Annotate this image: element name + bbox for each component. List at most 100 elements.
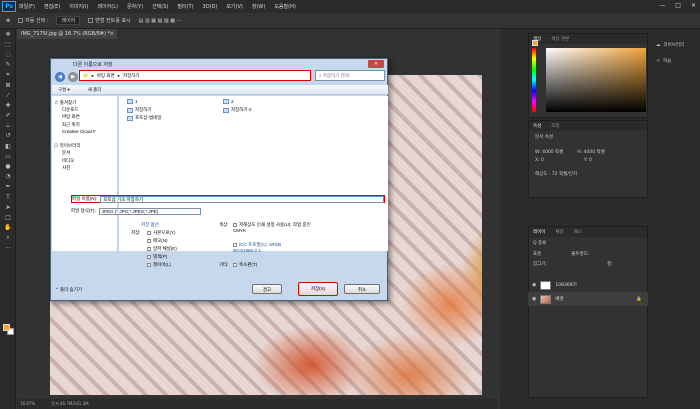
move-tool-icon[interactable]: ✥ [6,18,10,24]
notes-checkbox[interactable]: 메모(N) [147,238,168,244]
nav-item-desktop[interactable]: 바탕 화면 [54,113,115,120]
zoom-tool-icon[interactable]: ⌕ [0,233,16,243]
cancel-button[interactable]: 취소 [344,284,380,294]
menu-view[interactable]: 보기(V) [226,3,243,10]
save-as-copy-checkbox[interactable]: 사본으로(Y) [147,230,176,236]
more-tools-icon[interactable]: ··· [0,243,16,253]
nav-item-favorites[interactable]: ☆ 즐겨찾기 [54,99,115,106]
list-item[interactable]: 포토샵-썸네일 [127,115,161,121]
list-item[interactable]: 2 [223,99,234,104]
nav-item-downloads[interactable]: 다운로드 [54,106,115,113]
menu-layer[interactable]: 레이어(L) [97,3,118,10]
history-brush-icon[interactable]: ↺ [0,131,16,141]
filename-input[interactable]: 포토샵 기초 저장하기 [100,195,384,203]
dodge-tool-icon[interactable]: ◔ [0,172,16,182]
tab-layers[interactable]: 레이어 [533,229,545,235]
move-tool-icon[interactable]: ✥ [0,29,16,39]
tab-channels[interactable]: 채널 [555,229,563,235]
maximize-button[interactable]: □ [675,2,681,9]
height-value[interactable]: H: 4000 픽셀 [577,149,605,155]
blur-tool-icon[interactable]: ● [0,161,16,171]
nav-item-documents[interactable]: 문서 [54,149,115,156]
eye-icon[interactable]: ◉ [532,296,536,302]
tab-swatches[interactable]: 색상 견본 [551,36,569,42]
color-field[interactable] [546,48,646,112]
y-value[interactable]: Y: 0 [584,158,592,163]
hide-folders-button[interactable]: ⌃ 폴더 숨기기 [55,287,82,293]
icc-profile-checkbox[interactable]: ICC 프로필(C): sRGB IEC61966-2.1 [233,242,303,254]
menu-window[interactable]: 창(W) [252,3,265,10]
close-window-button[interactable]: ✕ [691,2,696,9]
tab-properties[interactable]: 속성 [533,123,541,129]
dialog-close-button[interactable]: ✕ [368,60,384,68]
breadcrumb-folder[interactable]: 저장하기 [123,73,140,79]
proof-setup-checkbox[interactable]: 저해상도 인쇄 설정 사용(U): 작업 중인 CMYK [233,222,313,234]
gradient-tool-icon[interactable]: ▭ [0,151,16,161]
nav-item-creative-cloud[interactable]: Creative Cloud F [54,128,115,135]
tab-paths[interactable]: 패스 [574,229,582,235]
minimize-button[interactable]: — [659,2,665,9]
menu-image[interactable]: 이미지(I) [69,3,88,10]
shape-tool-icon[interactable]: □ [0,212,16,222]
filetype-select[interactable]: JPEG (*.JPG;*.JPEG;*.JPE) [98,207,201,215]
eyedropper-tool-icon[interactable]: ⁄ [0,90,16,100]
back-icon[interactable]: ◀ [55,72,65,82]
nav-item-libraries[interactable]: ▤ 라이브러리 [54,142,115,149]
frame-tool-icon[interactable]: ⊠ [0,80,16,90]
foreground-color-swatch[interactable] [3,324,10,331]
layer-kind-filter[interactable]: Q 종류 [529,237,647,249]
nav-item-videos[interactable]: 비디오 [54,157,115,164]
width-value[interactable]: W: 4000 픽셀 [535,149,563,155]
eye-icon[interactable]: ◉ [532,282,536,288]
auto-select-checkbox[interactable]: 자동 선택 : [18,17,48,24]
document-tab[interactable]: IMG_7175I.jpg @ 16.7% (RGB/8#) * × [17,29,117,39]
marquee-tool-icon[interactable]: ⬚ [0,39,16,49]
breadcrumb-desktop[interactable]: 바탕 화면 [97,73,115,79]
list-item[interactable]: 1 [127,99,138,104]
menu-help[interactable]: 도움말(H) [274,3,295,10]
forward-icon[interactable]: ▶ [68,72,78,82]
pen-tool-icon[interactable]: ✒ [0,182,16,192]
address-bar[interactable]: 📁 ▸ 바탕 화면 ▸ 저장하기 [79,70,311,81]
crop-tool-icon[interactable]: ⌗ [0,70,16,80]
layer-row[interactable]: ◉ 1083697l [528,278,648,292]
path-select-icon[interactable]: ➤ [0,202,16,212]
brush-tool-icon[interactable]: ✐ [0,111,16,121]
quick-select-tool-icon[interactable]: ✎ [0,60,16,70]
lasso-tool-icon[interactable]: ◌ [0,49,16,59]
menu-file[interactable]: 파일(F) [19,3,35,10]
alpha-channel-checkbox[interactable]: 알파 채널(E) [147,246,177,252]
nav-item-pictures[interactable]: 사진 [54,164,115,171]
stamp-tool-icon[interactable]: ⊥ [0,121,16,131]
healing-brush-icon[interactable]: ✚ [0,100,16,110]
organize-button[interactable]: 구성 ▾ [58,87,70,92]
show-transform-checkbox[interactable]: 변형 컨트롤 표시 [88,17,131,24]
auto-select-dropdown[interactable]: 레이어 [56,16,81,25]
new-folder-button[interactable]: 새 폴더 [88,87,102,92]
opacity-label[interactable]: 불투명도: [571,251,589,257]
eraser-tool-icon[interactable]: ◧ [0,141,16,151]
menu-filter[interactable]: 필터(T) [177,3,193,10]
tab-adjustments[interactable]: 조정 [551,123,559,129]
layer-row[interactable]: ◉ 배경 🔒 [528,292,648,306]
menu-edit[interactable]: 편집(E) [44,3,60,10]
color-panel-fg-swatch[interactable] [532,40,538,46]
layers-checkbox[interactable]: 레이어(L) [147,262,171,268]
align-icons[interactable]: ▤ ▥ ▦ ▧ ▨ ▩ ··· [139,18,182,24]
nav-item-recent[interactable]: 최근 위치 [54,121,115,128]
menu-select[interactable]: 선택(S) [152,3,168,10]
list-item[interactable]: 저장하기-2 [223,107,252,113]
thumbnail-checkbox[interactable]: 축소판(T) [233,262,257,268]
search-input[interactable]: ⌕ 저장하기 검색 [315,70,385,81]
x-value[interactable]: X: 0 [535,158,544,163]
close-tab-icon[interactable]: × [110,31,114,37]
menu-type[interactable]: 문자(Y) [127,3,143,10]
blend-mode-dropdown[interactable]: 표준 [533,251,541,257]
libraries-button[interactable]: ☁ 라이브러리 [652,40,700,50]
learn-button[interactable]: ☼ 학습 [652,56,700,66]
hue-slider[interactable] [532,48,536,112]
menu-3d[interactable]: 3D(D) [203,4,218,10]
fill-label[interactable]: 칠: [607,261,613,267]
type-tool-icon[interactable]: T [0,192,16,202]
save-button[interactable]: 저장(S) [298,282,338,296]
